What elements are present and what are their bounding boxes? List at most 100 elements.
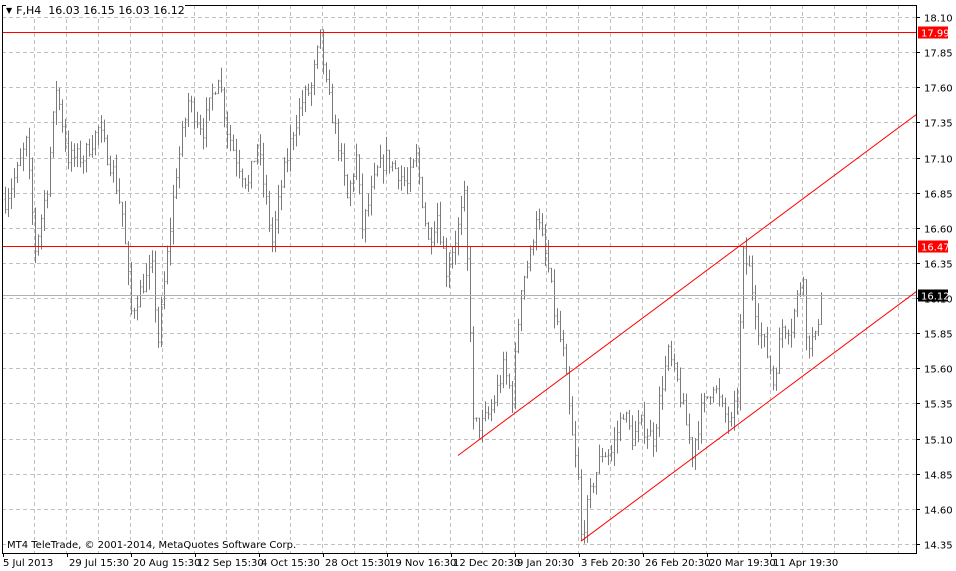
ohlc-bar	[679, 367, 682, 408]
ohlc-bar	[496, 374, 499, 407]
ohlc-bar	[265, 174, 268, 205]
ohlc-bar	[520, 290, 523, 332]
triangle-down-icon[interactable]: ▼	[6, 6, 12, 15]
price-axis[interactable]: 18.10 17.85 17.60 17.35 17.10 16.85 16.60 16.35…	[916, 14, 953, 552]
x-tick-label: 20 Aug 15:30	[133, 558, 200, 569]
ohlc-bar	[412, 158, 415, 169]
ohlc-bar	[433, 221, 436, 247]
y-tick-label: 15.85	[924, 330, 953, 341]
x-tick-label: 5 Jul 2013	[3, 558, 53, 569]
ohlc-bar	[631, 415, 634, 450]
ohlc-bar	[343, 143, 346, 186]
ohlc-bar	[298, 98, 301, 136]
analysis-lines[interactable]	[2, 32, 918, 542]
ohlc-bar	[157, 306, 160, 348]
ohlc-bar	[91, 134, 94, 158]
ohlc-bar	[523, 275, 526, 300]
ohlc-bar	[217, 79, 220, 95]
ohlc-bar	[208, 97, 211, 121]
ohlc-bar	[376, 165, 379, 177]
chart-header: ▼ F,H4 16.03 16.15 16.03 16.12	[6, 4, 185, 17]
ohlc-bar	[361, 173, 364, 239]
ohlc-bar	[592, 482, 595, 493]
ohlc-bar	[73, 143, 76, 167]
ohlc-bar	[670, 340, 673, 367]
ohlc-bar	[454, 230, 457, 265]
ohlc-bar	[625, 411, 628, 423]
ohlc-bar	[280, 180, 283, 211]
ohlc-bar	[712, 386, 715, 403]
y-tick-label: 14.85	[924, 471, 953, 482]
ohlc-bar	[31, 157, 34, 225]
ohlc-bar	[661, 376, 664, 410]
ohlc-bar	[7, 188, 10, 218]
ohlc-bar	[286, 148, 289, 173]
ohlc-bar	[436, 202, 439, 244]
ohlc-bar	[511, 380, 514, 413]
ohlc-bar	[247, 174, 250, 192]
ohlc-bar	[115, 154, 118, 195]
ohlc-bar	[43, 190, 46, 232]
ohlc-bar	[397, 167, 400, 190]
ohlc-bar	[169, 217, 172, 266]
ohlc-bar	[295, 114, 298, 147]
y-tick-label: 16.35	[924, 260, 953, 271]
ohlc-bar	[58, 88, 61, 111]
ohlc-bar	[757, 303, 760, 346]
ohlc-bar	[136, 296, 139, 321]
ohlc-bar	[718, 378, 721, 407]
ohlc-bar	[307, 83, 310, 96]
ohlc-bar	[463, 180, 466, 212]
ohlc-bar	[427, 221, 430, 240]
ohlc-bar	[118, 178, 121, 204]
ohlc-bar	[193, 97, 196, 130]
ohlc-bar	[37, 234, 40, 256]
ohlc-bar	[667, 344, 670, 371]
ohlc-bar	[16, 161, 19, 184]
ohlc-bar	[424, 202, 427, 227]
grid	[2, 5, 916, 553]
x-tick-label: 4 Oct 15:30	[261, 558, 320, 569]
ohlc-bar	[334, 114, 337, 134]
ohlc-bar	[250, 160, 253, 189]
ohlc-bar	[445, 237, 448, 287]
ohlc-bar	[769, 355, 772, 375]
ohlc-bar	[421, 176, 424, 209]
time-axis[interactable]: 5 Jul 2013 29 Jul 15:30 20 Aug 15:3012 Sep…	[3, 553, 838, 569]
ohlc-bar	[601, 447, 604, 463]
ohlc-bar	[655, 423, 658, 452]
ohlc-bar	[400, 165, 403, 191]
ohlc-bar	[772, 365, 775, 391]
ohlc-bar	[697, 421, 700, 450]
ohlc-bar	[748, 255, 751, 267]
ohlc-bar	[487, 406, 490, 420]
ohlc-bar	[154, 250, 157, 323]
ohlc-bar	[94, 130, 97, 156]
ohlc-bar	[4, 186, 7, 214]
ohlc-bar	[694, 438, 697, 471]
ohlc-bar	[97, 125, 100, 146]
ohlc-bar	[571, 396, 574, 436]
ohlc-bar	[238, 149, 241, 179]
ohlc-bar	[724, 397, 727, 423]
ohlc-bar	[622, 414, 625, 420]
ohlc-bar	[556, 308, 559, 326]
x-tick-label: 12 Dec 20:30	[453, 558, 520, 569]
price-chart[interactable]: 18.10 17.85 17.60 17.35 17.10 16.85 16.60 16.35…	[0, 0, 956, 571]
ohlc-bar	[541, 213, 544, 237]
ohlc-bar	[805, 279, 808, 351]
y-tick-label: 14.60	[924, 506, 953, 517]
y-tick-label: 17.60	[924, 84, 953, 95]
ohlc-bar	[484, 401, 487, 422]
ohlc-bar	[304, 85, 307, 113]
ohlc-bar	[664, 355, 667, 392]
ohlc-bar	[292, 131, 295, 151]
ohlc-bar	[76, 143, 79, 168]
ohlc-bar	[685, 393, 688, 426]
x-tick-label: 28 Oct 15:30	[325, 558, 390, 569]
ohlc-bar	[658, 386, 661, 437]
y-tick-label: 15.60	[924, 365, 953, 376]
ohlc-bar	[550, 267, 553, 283]
ohlc-bar	[121, 201, 124, 227]
ohlc-bar	[583, 520, 586, 544]
